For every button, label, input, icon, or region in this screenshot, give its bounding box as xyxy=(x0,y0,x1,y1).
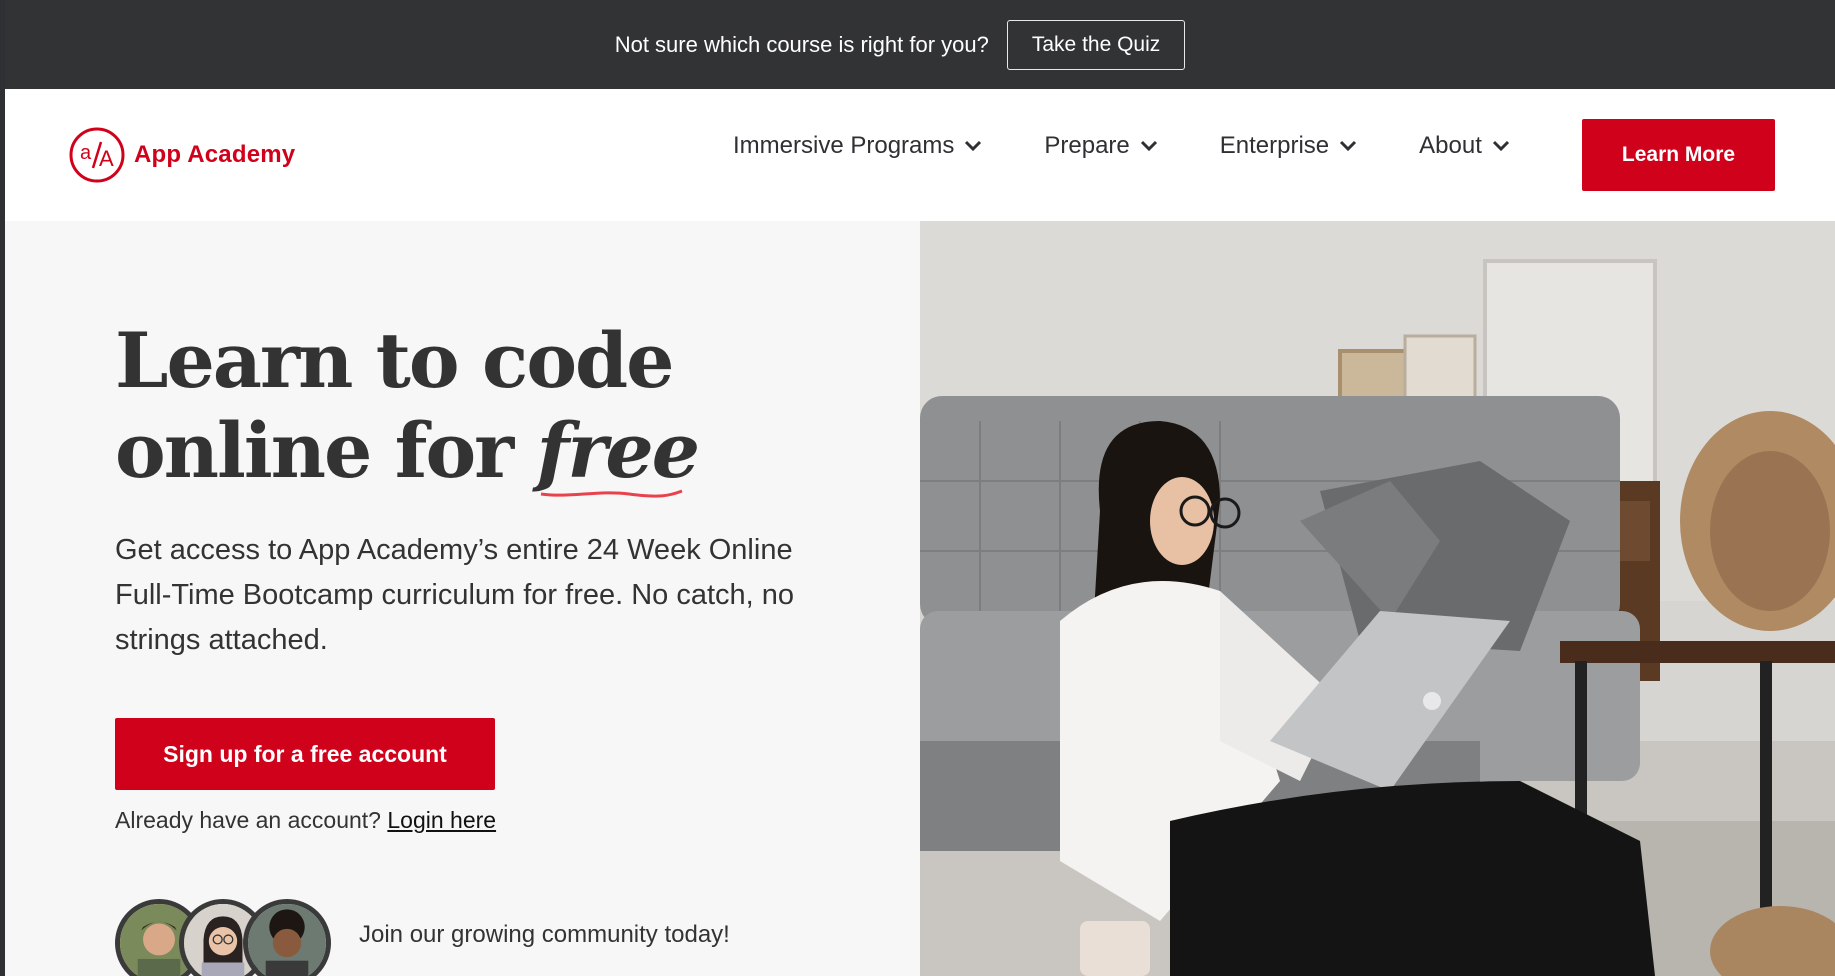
app-academy-logo-icon: a A xyxy=(69,127,125,183)
nav-item-label: Prepare xyxy=(1044,132,1130,159)
nav-item-label: About xyxy=(1419,132,1482,159)
nav-menu: Immersive Programs Prepare Enterprise Ab… xyxy=(733,132,1572,160)
avatar-group xyxy=(115,899,331,976)
nav-item-prepare[interactable]: Prepare xyxy=(1044,132,1157,160)
page: Not sure which course is right for you? … xyxy=(5,0,1835,976)
chevron-down-icon xyxy=(1140,140,1157,152)
signup-free-account-button[interactable]: Sign up for a free account xyxy=(115,718,495,790)
announcement-text: Not sure which course is right for you? xyxy=(614,31,989,57)
learn-more-button[interactable]: Learn More xyxy=(1582,119,1775,191)
login-prompt-text: Already have an account? xyxy=(115,807,388,833)
svg-text:a: a xyxy=(80,142,92,164)
announcement-bar: Not sure which course is right for you? … xyxy=(5,0,1835,89)
svg-text:A: A xyxy=(99,146,114,171)
login-prompt: Already have an account? Login here xyxy=(115,807,496,834)
nav-item-label: Enterprise xyxy=(1219,132,1330,159)
avatar xyxy=(243,899,331,976)
chevron-down-icon xyxy=(1340,140,1357,152)
woman-with-laptop-illustration xyxy=(920,221,1835,976)
nav-item-about[interactable]: About xyxy=(1419,132,1510,160)
hero-headline: Learn to code online for free xyxy=(115,316,700,498)
headline-line-2: online for xyxy=(115,406,537,495)
brand-name: App Academy xyxy=(134,141,296,168)
squiggle-underline-icon xyxy=(540,489,683,498)
take-quiz-button[interactable]: Take the Quiz xyxy=(1006,19,1186,70)
headline-emphasis: free xyxy=(536,406,700,498)
hero-subcopy: Get access to App Academy’s entire 24 We… xyxy=(115,534,795,656)
community-text: Join our growing community today! xyxy=(359,921,730,948)
nav-item-label: Immersive Programs xyxy=(733,132,955,159)
headline-emphasis-text: free xyxy=(536,406,700,495)
hero-section: Learn to code online for free Get access… xyxy=(5,221,920,976)
nav-item-immersive-programs[interactable]: Immersive Programs xyxy=(733,132,982,160)
nav-item-enterprise[interactable]: Enterprise xyxy=(1220,132,1357,160)
community-row: Join our growing community today! xyxy=(115,899,730,976)
chevron-down-icon xyxy=(1492,140,1509,152)
main-navbar: a A App Academy Immersive Programs Prepa… xyxy=(5,89,1835,221)
chevron-down-icon xyxy=(965,140,982,152)
login-link[interactable]: Login here xyxy=(387,807,496,833)
hero-photo xyxy=(920,221,1835,976)
headline-line-1: Learn to code xyxy=(115,316,675,405)
app-academy-logo[interactable]: a A App Academy xyxy=(68,126,295,184)
